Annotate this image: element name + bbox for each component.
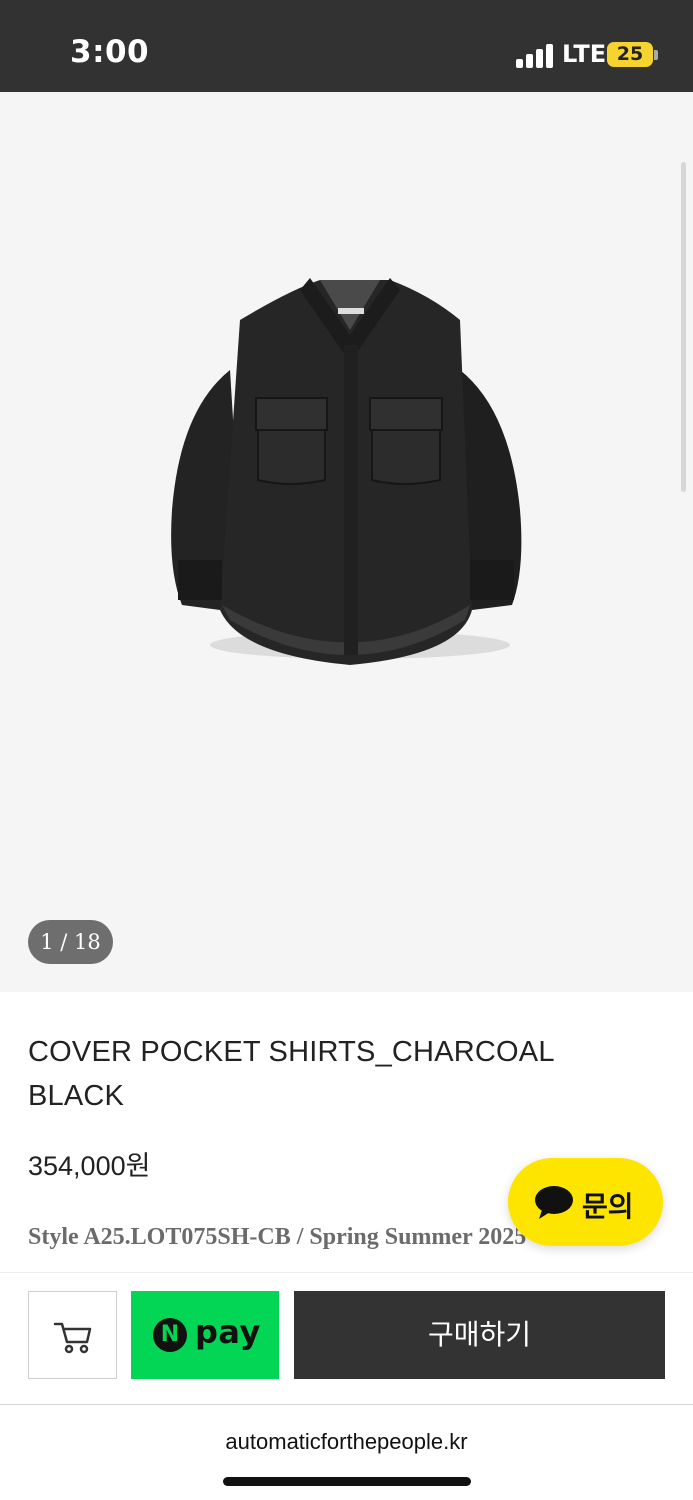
image-page-counter: 1 / 18 [28,920,113,964]
status-time: 3:00 [70,34,150,70]
url-text[interactable]: automaticforthepeople.kr [0,1429,693,1455]
inquiry-chat-button[interactable]: 문의 [508,1158,663,1246]
naver-pay-label: pay [195,1313,261,1351]
product-price: 354,000원 [28,1151,151,1181]
signal-strength-icon [516,42,554,68]
battery-level: 25 [616,43,644,65]
scrollbar[interactable] [681,162,686,492]
home-indicator[interactable] [223,1477,471,1486]
product-style-info: Style A25.LOT075SH-CB / Spring Summer 20… [28,1224,527,1250]
inquiry-label: 문의 [582,1190,634,1223]
naver-pay-logo: N [153,1318,187,1352]
purchase-action-bar: N pay 구매하기 [0,1272,693,1404]
naver-pay-button[interactable]: N pay [131,1291,279,1379]
browser-address-bar[interactable]: automaticforthepeople.kr [0,1404,693,1500]
buy-now-button[interactable]: 구매하기 [294,1291,665,1379]
add-to-cart-button[interactable] [28,1291,117,1379]
battery-cap [654,50,658,60]
network-type: LTE [562,40,607,68]
status-bar: 3:00 LTE 25 [0,0,693,92]
battery-icon: 25 [607,42,653,67]
cart-icon [53,1322,92,1354]
product-title: COVER POCKET SHIRTS_CHARCOAL BLACK [28,1036,554,1112]
product-image-shirt[interactable] [160,260,540,680]
chat-bubble-icon [535,1186,573,1219]
